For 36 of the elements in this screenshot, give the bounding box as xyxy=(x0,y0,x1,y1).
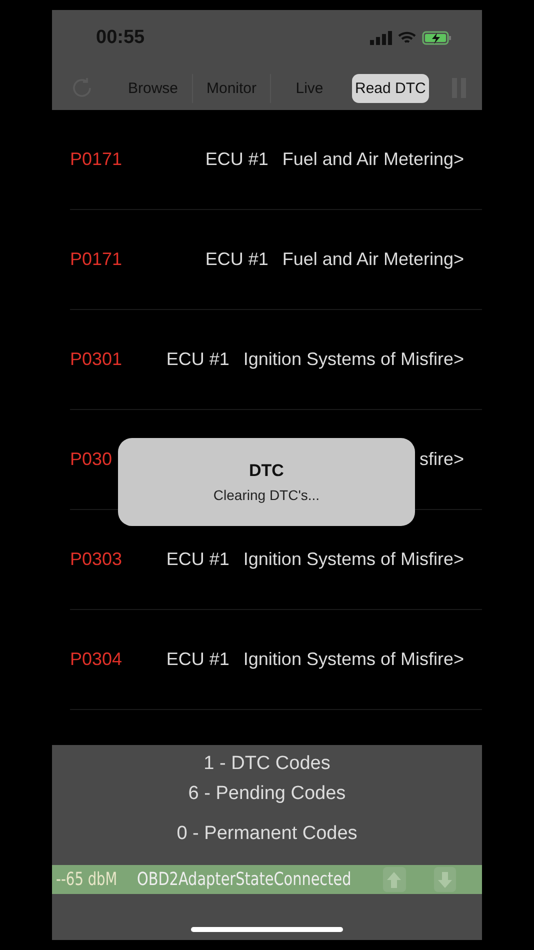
alert-title: DTC xyxy=(249,461,284,481)
tab[interactable]: Monitor xyxy=(192,74,270,102)
alert-message: Clearing DTC's... xyxy=(213,487,320,503)
wifi-icon xyxy=(398,31,416,45)
status-time: 00:55 xyxy=(96,27,145,49)
dtc-description: Ignition Systems of Misfire> xyxy=(243,549,464,570)
dtc-description: Fuel and Air Metering> xyxy=(282,149,464,170)
ecu-label: ECU #1 xyxy=(205,149,268,170)
signal-icon xyxy=(370,31,392,45)
tab[interactable]: Browse xyxy=(114,74,192,102)
ecu-label: ECU #1 xyxy=(166,349,230,370)
upload-button[interactable] xyxy=(383,867,406,892)
battery-icon xyxy=(422,31,452,45)
ecu-label: ECU #1 xyxy=(166,649,230,670)
dtc-code: P0171 xyxy=(70,149,122,170)
dtc-code: P030 xyxy=(70,449,112,470)
dtc-description: Fuel and Air Metering> xyxy=(282,249,464,270)
tab[interactable]: Live xyxy=(270,74,348,102)
dtc-code: P0171 xyxy=(70,249,122,270)
down-arrow-icon xyxy=(438,872,452,888)
code-count: 0 - Permanent Codes xyxy=(176,823,358,845)
signal-strength: --65 dbM xyxy=(56,869,118,890)
dtc-code: P0304 xyxy=(70,649,122,670)
up-arrow-icon xyxy=(387,872,402,888)
dtc-code: P0301 xyxy=(70,349,122,370)
ecu-label: ECU #1 xyxy=(166,549,230,570)
dtc-description: Ignition Systems of Misfire> xyxy=(243,649,464,670)
code-count: 6 - Pending Codes xyxy=(188,783,346,805)
download-button[interactable] xyxy=(434,867,456,892)
dtc-code: P0303 xyxy=(70,549,122,570)
dtc-description: Ignition Systems of Misfire> xyxy=(243,349,464,370)
adapter-state: OBD2AdapterStateConnected xyxy=(136,869,352,890)
code-count: 1 - DTC Codes xyxy=(204,753,330,775)
dtc-description: sfire> xyxy=(419,449,464,470)
tab[interactable]: Read DTC xyxy=(352,74,429,102)
ecu-label: ECU #1 xyxy=(205,249,268,270)
